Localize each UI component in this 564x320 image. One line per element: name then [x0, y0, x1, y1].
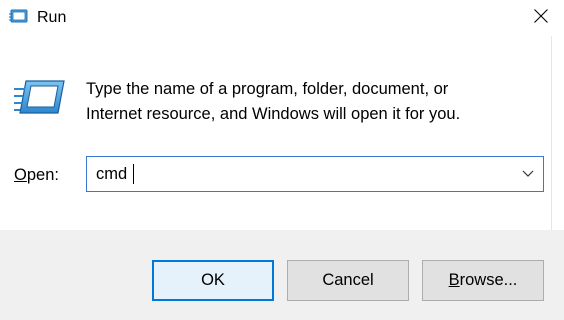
cancel-button-label: Cancel — [322, 271, 374, 289]
text-cursor — [133, 164, 134, 184]
content-divider — [551, 36, 552, 230]
window-title: Run — [37, 9, 67, 26]
cancel-button[interactable]: Cancel — [287, 260, 409, 301]
close-icon — [534, 8, 548, 28]
browse-label-text: rowse... — [459, 271, 518, 289]
run-program-icon — [14, 79, 66, 117]
open-label-text: pen: — [26, 166, 59, 184]
open-input[interactable]: cmd — [96, 165, 127, 183]
description: Type the name of a program, folder, docu… — [86, 77, 526, 127]
description-line-1: Type the name of a program, folder, docu… — [86, 80, 449, 98]
dropdown-button[interactable] — [519, 165, 537, 183]
open-combobox[interactable]: cmd — [86, 156, 544, 192]
browse-mnemonic: B — [448, 271, 460, 289]
chevron-down-icon — [522, 165, 534, 183]
title-bar[interactable]: Run — [0, 0, 564, 36]
open-label-mnemonic: O — [14, 166, 27, 184]
description-line-2: Internet resource, and Windows will open… — [86, 105, 461, 123]
browse-button-label: Browse... — [449, 271, 518, 290]
browse-button[interactable]: Browse... — [422, 260, 544, 301]
ok-button[interactable]: OK — [152, 260, 274, 301]
open-label: Open: — [14, 166, 59, 185]
run-dialog: Run Type the name of a program, folder, … — [0, 0, 564, 320]
close-button[interactable] — [518, 0, 564, 36]
run-icon — [9, 9, 29, 25]
ok-button-label: OK — [201, 271, 225, 289]
